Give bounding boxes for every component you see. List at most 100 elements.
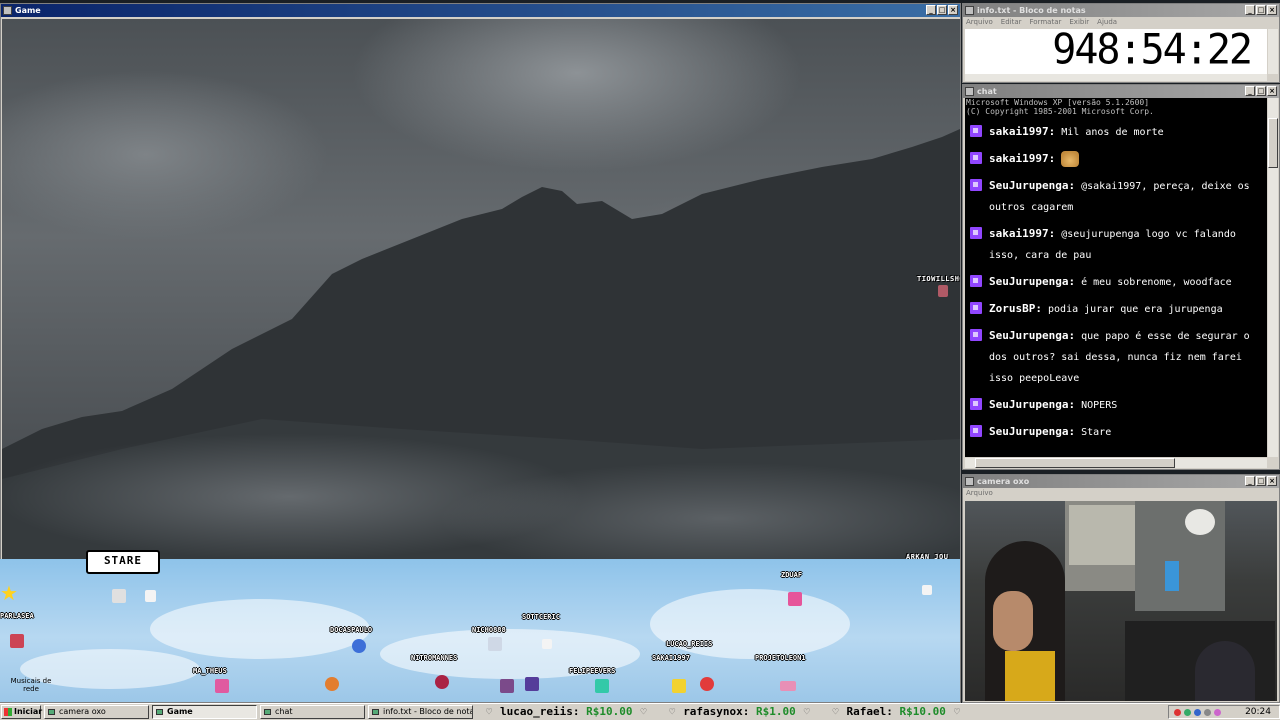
viewer-name: NICHO888 [472, 626, 506, 634]
close-button[interactable]: × [1267, 86, 1277, 96]
scroll-thumb[interactable] [1268, 118, 1278, 168]
chat-message: SeuJurupenga: NOPERS [965, 394, 1267, 416]
notepad-horizontal-scrollbar[interactable] [965, 74, 1267, 81]
chat-message: SeuJurupenga: é meu sobrenome, woodface [965, 271, 1267, 293]
maximize-button[interactable]: □ [937, 5, 947, 15]
viewer-avatar [10, 634, 24, 648]
console-icon [965, 87, 974, 96]
viewer-avatar [525, 677, 539, 691]
star-icon: ★ [0, 581, 18, 605]
close-button[interactable]: × [1267, 476, 1277, 486]
twitch-badge-icon [970, 227, 982, 239]
menu-file[interactable]: Arquivo [966, 17, 993, 28]
chat-message: ZorusBP: podia jurar que era jurupenga [965, 298, 1267, 320]
speech-bubble: STARE [86, 550, 160, 574]
player-avatar [938, 285, 948, 297]
minimize-button[interactable]: _ [1245, 5, 1255, 15]
viewer-avatar [325, 677, 339, 691]
camera-title: camera oxo [977, 477, 1030, 486]
maximize-button[interactable]: □ [1256, 86, 1266, 96]
twitch-badge-icon [970, 125, 982, 137]
chat-message: sakai1997: @seujurupenga logo vc falando… [965, 223, 1267, 266]
viewer-avatar [145, 590, 156, 602]
viewer-avatar [672, 679, 686, 693]
maximize-button[interactable]: □ [1256, 476, 1266, 486]
console-header-line: (C) Copyright 1985-2001 Microsoft Corp. [966, 107, 1154, 116]
viewer-avatar [112, 589, 126, 603]
viewer-name: NITROMANNES [411, 654, 458, 662]
notepad-titlebar[interactable]: info.txt - Bloco de notas _ □ × [963, 4, 1279, 17]
viewer-avatar [595, 679, 609, 693]
twitch-badge-icon [970, 179, 982, 191]
game-title: Game [15, 6, 41, 15]
viewer-name: DOCASPAULO [330, 626, 373, 634]
chat-messages: sakai1997: Mil anos de morte sakai1997: … [965, 121, 1267, 443]
tray-icon[interactable] [1204, 709, 1211, 716]
notepad-window[interactable]: info.txt - Bloco de notas _ □ × Arquivo … [962, 3, 1280, 83]
donation-amount: R$1.00 [756, 705, 796, 718]
viewer-avatar [488, 637, 502, 651]
viewer-avatar [215, 679, 229, 693]
viewer-name: LUCAO_REIIS [666, 640, 713, 648]
tray-icon[interactable] [1194, 709, 1201, 716]
notepad-vertical-scrollbar[interactable] [1268, 29, 1278, 74]
minimize-button[interactable]: _ [1245, 476, 1255, 486]
heart-icon: ♡ [832, 707, 839, 718]
game-window-icon [3, 6, 12, 15]
minimize-button[interactable]: _ [1245, 86, 1255, 96]
viewer-avatar [922, 585, 932, 595]
donation-ticker: ♡ lucao_reiis: R$10.00 ♡ ♡ rafasynox: R$1.0… [478, 704, 1168, 720]
donation-amount: R$10.00 [586, 705, 633, 718]
task-chat[interactable]: chat [260, 705, 365, 719]
heart-icon: ♡ [803, 707, 810, 718]
twitch-badge-icon [970, 275, 982, 287]
minimize-button[interactable]: _ [926, 5, 936, 15]
close-button[interactable]: × [948, 5, 958, 15]
maximize-button[interactable]: □ [1256, 5, 1266, 15]
tray-icon[interactable] [1174, 709, 1181, 716]
chat-horizontal-scrollbar[interactable] [965, 458, 1267, 468]
taskbar: Iniciar camera oxo Game chat info.txt - … [0, 703, 1280, 720]
camera-titlebar[interactable]: camera oxo _ □ × [963, 475, 1279, 488]
notepad-text-area[interactable]: 948:54:22 [965, 25, 1267, 75]
chat-vertical-scrollbar[interactable] [1268, 98, 1278, 457]
clock[interactable]: 20:24 [1245, 706, 1271, 719]
game-viewport[interactable]: TIOWILLSHOW ARKAN_JOU [2, 19, 960, 562]
chat-titlebar[interactable]: chat _ □ × [963, 85, 1279, 98]
viewer-avatar [500, 679, 514, 693]
menu-file[interactable]: Arquivo [966, 488, 993, 499]
donation-amount: R$10.00 [899, 705, 946, 718]
heart-icon: ♡ [669, 707, 676, 718]
start-button[interactable]: Iniciar [1, 705, 42, 719]
twitch-badge-icon [970, 398, 982, 410]
chat-message: sakai1997: [965, 148, 1267, 170]
menu-edit[interactable]: Editar [1001, 17, 1022, 28]
viewer-avatar [542, 639, 552, 649]
chat-message: sakai1997: Mil anos de morte [965, 121, 1267, 143]
game-titlebar[interactable]: Game _ □ × [1, 4, 960, 17]
cat-emote-icon [1061, 151, 1080, 167]
stream-timer: 948:54:22 [1052, 25, 1253, 75]
chat-message: SeuJurupenga: que papo é esse de segurar… [965, 325, 1267, 389]
viewer-avatar [788, 592, 802, 606]
close-button[interactable]: × [1267, 5, 1277, 15]
viewer-avatar [780, 681, 796, 691]
task-camera[interactable]: camera oxo [44, 705, 149, 719]
donor-name: rafasynox: [683, 705, 750, 718]
camera-window[interactable]: camera oxo _ □ × Arquivo [962, 474, 1280, 703]
chat-window[interactable]: chat _ □ × Microsoft Windows XP [versão … [962, 84, 1280, 470]
task-game[interactable]: Game [152, 705, 257, 719]
fog-layer [2, 19, 960, 562]
chat-message: SeuJurupenga: Stare [965, 421, 1267, 443]
chat-console[interactable]: Microsoft Windows XP [versão 5.1.2600] (… [965, 98, 1267, 457]
player-name-tag: TIOWILLSHOW [917, 275, 960, 283]
task-notepad[interactable]: info.txt - Bloco de notas [368, 705, 473, 719]
scroll-thumb[interactable] [975, 458, 1175, 468]
tray-icon[interactable] [1184, 709, 1191, 716]
donor-name: Rafael: [846, 705, 893, 718]
tray-icon[interactable] [1214, 709, 1221, 716]
viewer-name: ZDUAF [781, 571, 803, 579]
viewer-name: SOTTCERIC [522, 613, 560, 621]
heart-icon: ♡ [640, 707, 647, 718]
twitch-badge-icon [970, 152, 982, 164]
